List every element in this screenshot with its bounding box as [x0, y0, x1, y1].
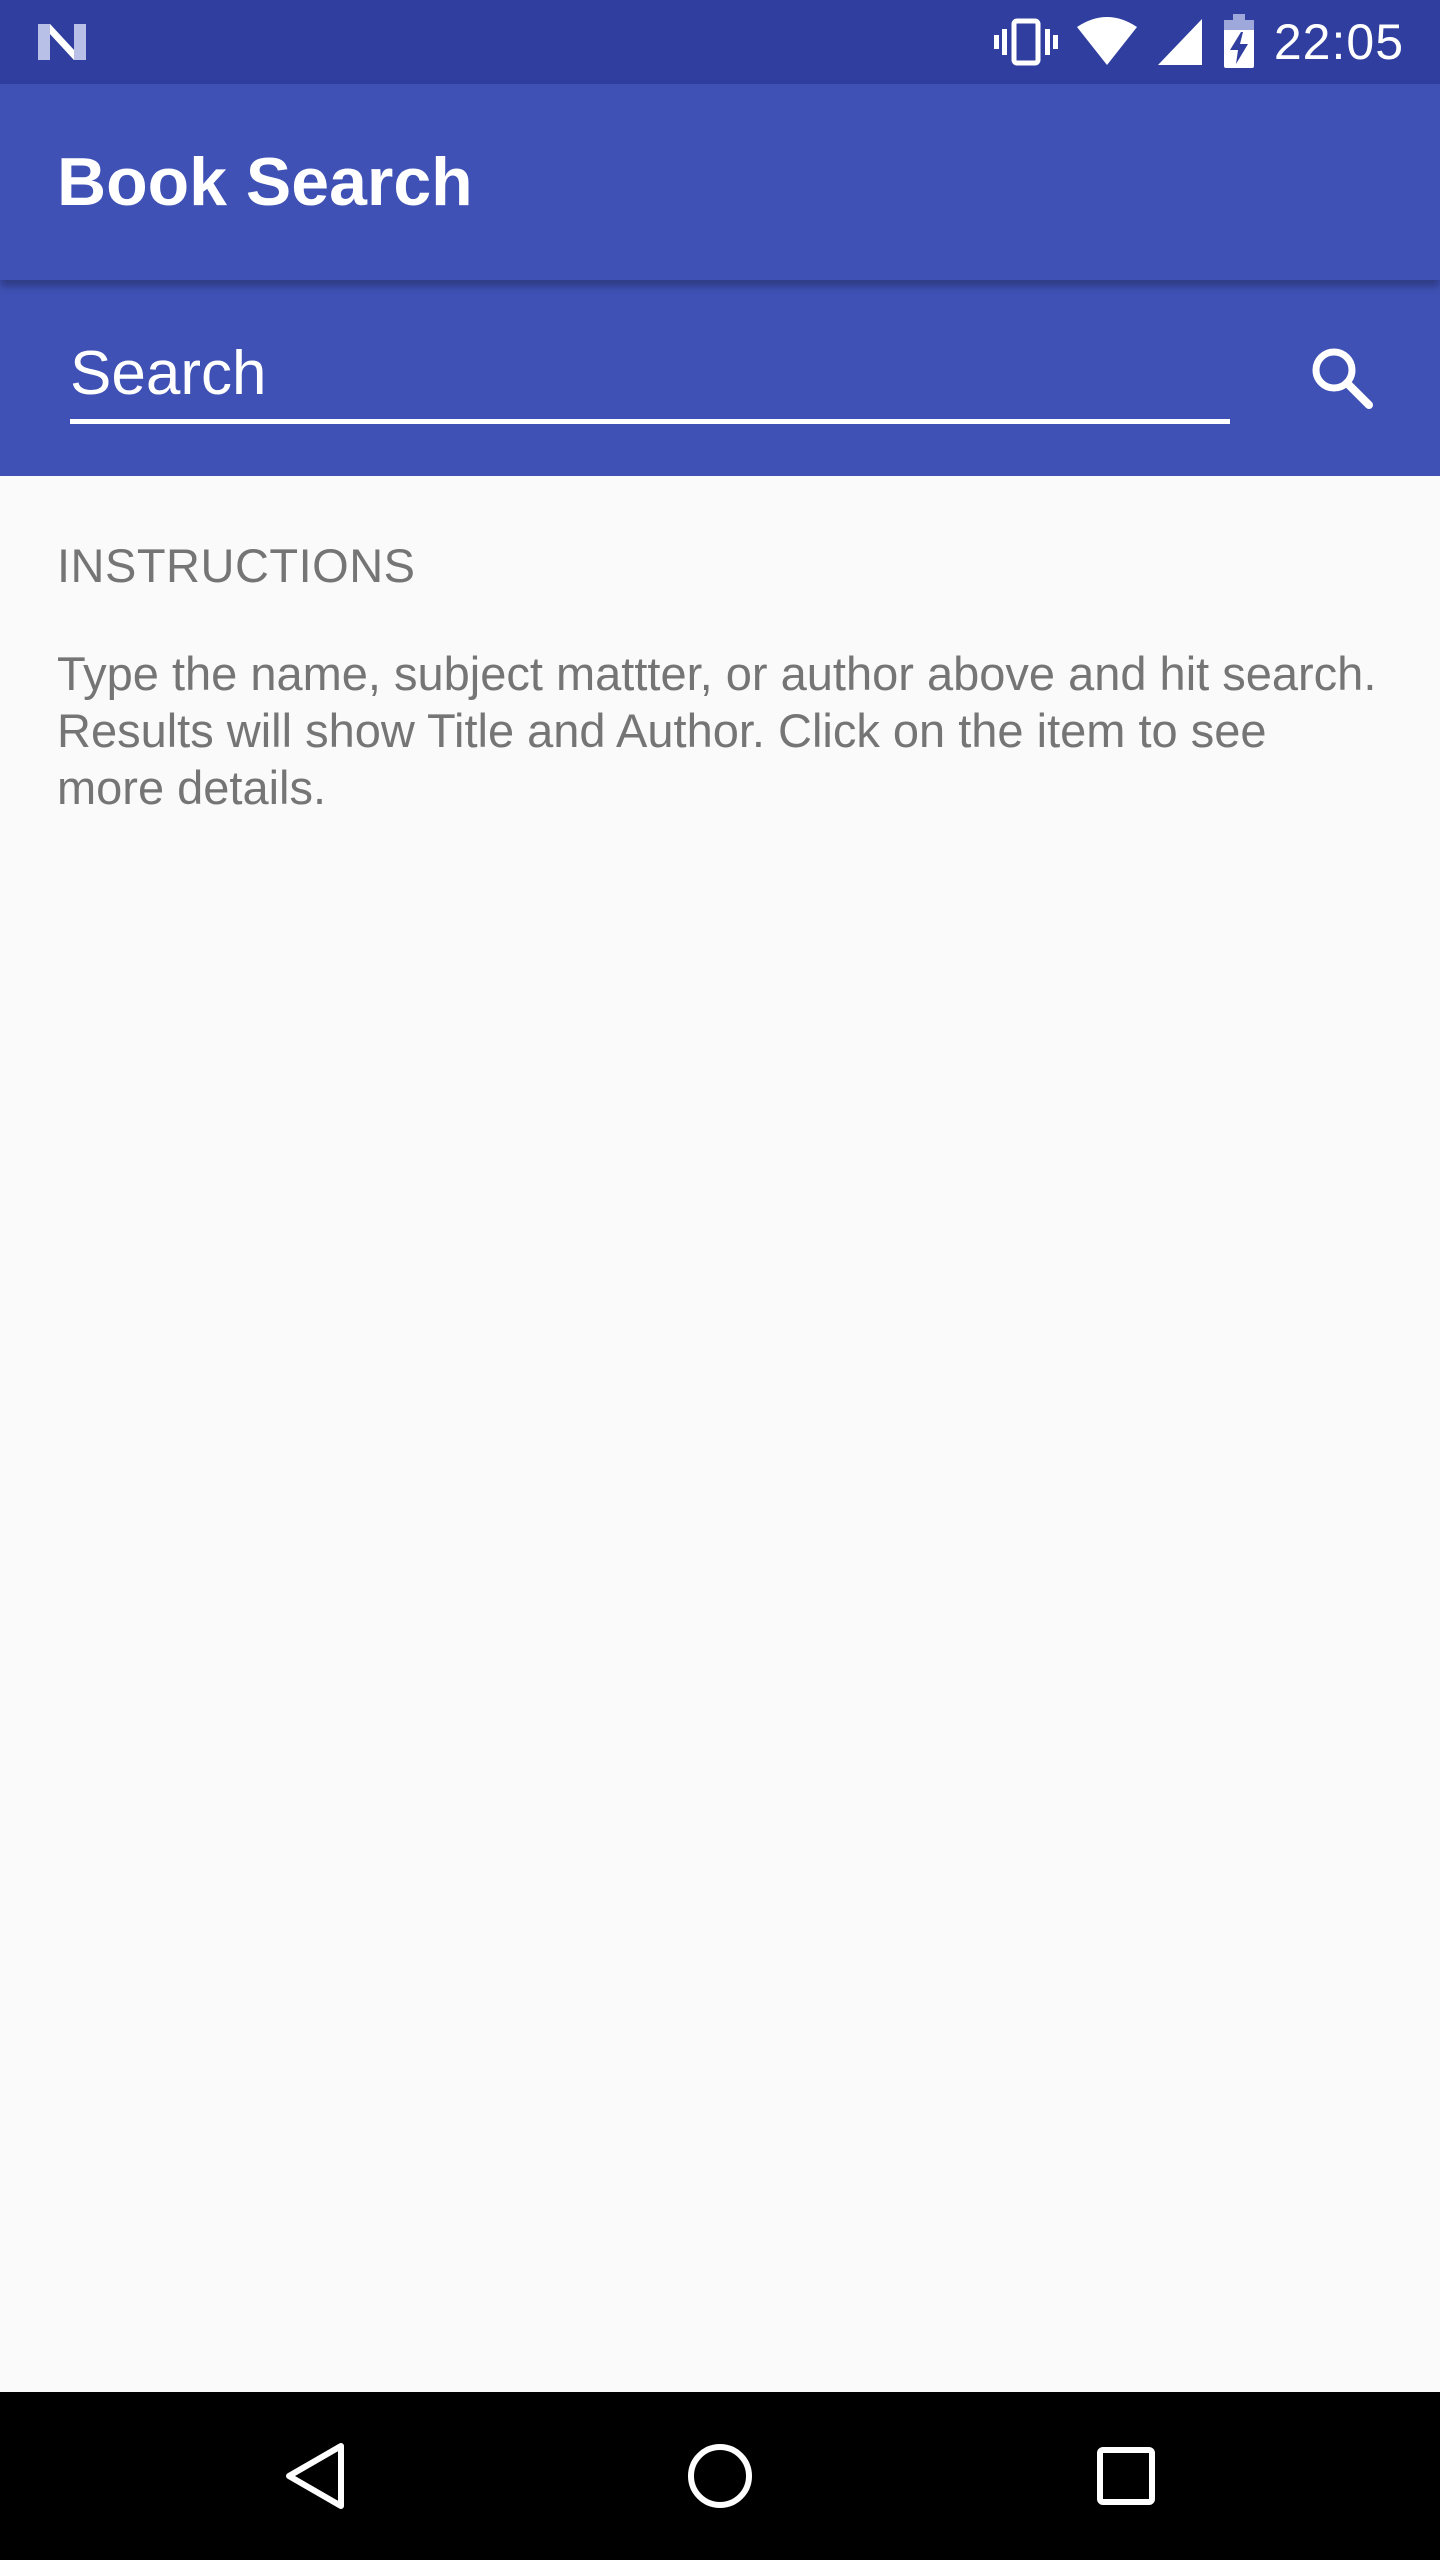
android-n-icon	[38, 24, 86, 60]
cell-signal-icon	[1157, 19, 1202, 65]
back-button[interactable]	[266, 2426, 366, 2526]
home-icon	[688, 2444, 752, 2508]
instructions-section: INSTRUCTIONS Type the name, subject matt…	[57, 476, 1377, 816]
recents-button[interactable]	[1076, 2426, 1176, 2526]
battery-charging-icon	[1223, 14, 1254, 68]
vibrate-icon	[993, 18, 1058, 66]
search-icon	[1312, 348, 1373, 409]
status-bar: 22:05	[0, 0, 1440, 84]
status-time: 22:05	[1273, 14, 1404, 70]
screen: 22:05 Book Search INSTRUCTIONS Type the …	[0, 0, 1440, 2560]
status-icons: 22:05	[993, 0, 1404, 84]
app-title: Book Search	[57, 144, 473, 220]
instructions-text: Type the name, subject mattter, or autho…	[57, 647, 1377, 814]
search-input[interactable]	[70, 328, 1230, 424]
search-button[interactable]	[1302, 338, 1382, 418]
wifi-icon	[1076, 17, 1137, 65]
recents-icon	[1097, 2447, 1155, 2505]
back-icon	[286, 2443, 344, 2509]
search-bar	[0, 280, 1440, 476]
app-bar: Book Search	[0, 84, 1440, 280]
navigation-bar	[0, 2392, 1440, 2560]
instructions-heading: INSTRUCTIONS	[57, 539, 416, 592]
home-button[interactable]	[670, 2426, 770, 2526]
